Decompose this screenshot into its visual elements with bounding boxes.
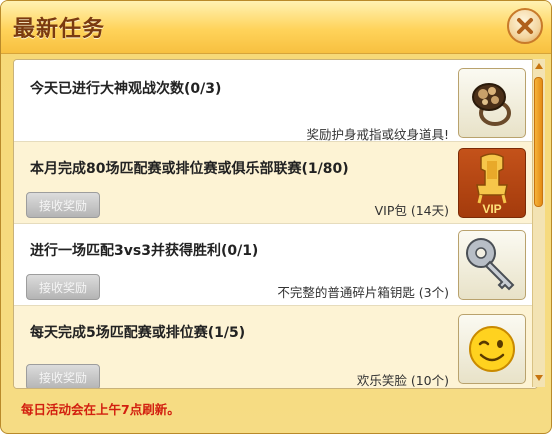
- task-list: 今天已进行大神观战次数(0/3) 奖励护身戒指或纹身道具! 本月完成80场匹配赛…: [13, 59, 538, 389]
- task-title: 每天完成5场匹配赛或排位赛(1/5): [30, 325, 246, 341]
- reward-text: 欢乐笑脸 (10个): [356, 373, 449, 388]
- claim-reward-button[interactable]: 接收奖励: [26, 192, 100, 218]
- key-icon[interactable]: [458, 230, 526, 300]
- task-title: 今天已进行大神观战次数(0/3): [30, 81, 222, 97]
- refresh-notice: 每日活动会在上午7点刷新。: [21, 402, 180, 417]
- close-button[interactable]: [507, 8, 543, 44]
- task-item: 本月完成80场匹配赛或排位赛或俱乐部联赛(1/80) 接收奖励 VIP包 (14…: [14, 142, 537, 224]
- scroll-up-icon[interactable]: [535, 63, 543, 69]
- task-item: 每天完成5场匹配赛或排位赛(1/5) 接收奖励 欢乐笑脸 (10个): [14, 306, 537, 388]
- task-window: 最新任务 今天已进行大神观战次数(0/3) 奖励护身戒指或纹身道具! 本月完成8…: [0, 0, 552, 434]
- claim-reward-button[interactable]: 接收奖励: [26, 364, 100, 388]
- reward-text: VIP包 (14天): [374, 203, 449, 218]
- vip-icon-label: VIP: [482, 202, 501, 216]
- smiley-wink-icon[interactable]: [458, 314, 526, 384]
- ring-icon[interactable]: [458, 68, 526, 138]
- reward-text: 奖励护身戒指或纹身道具!: [306, 127, 449, 142]
- vip-throne-icon[interactable]: VIP: [458, 148, 526, 218]
- scroll-thumb[interactable]: [534, 77, 543, 207]
- title-bar: 最新任务: [1, 1, 551, 54]
- window-title: 最新任务: [13, 17, 106, 42]
- scrollbar[interactable]: [532, 59, 545, 387]
- close-x-icon: [517, 18, 533, 34]
- reward-text: 不完整的普通碎片箱钥匙 (3个): [277, 285, 449, 300]
- task-title: 本月完成80场匹配赛或排位赛或俱乐部联赛(1/80): [30, 161, 349, 177]
- task-title: 进行一场匹配3vs3并获得胜利(0/1): [30, 243, 259, 259]
- task-item: 进行一场匹配3vs3并获得胜利(0/1) 接收奖励 不完整的普通碎片箱钥匙 (3…: [14, 224, 537, 306]
- task-item: 今天已进行大神观战次数(0/3) 奖励护身戒指或纹身道具!: [14, 60, 537, 142]
- claim-reward-button[interactable]: 接收奖励: [26, 274, 100, 300]
- scroll-down-icon[interactable]: [535, 375, 543, 381]
